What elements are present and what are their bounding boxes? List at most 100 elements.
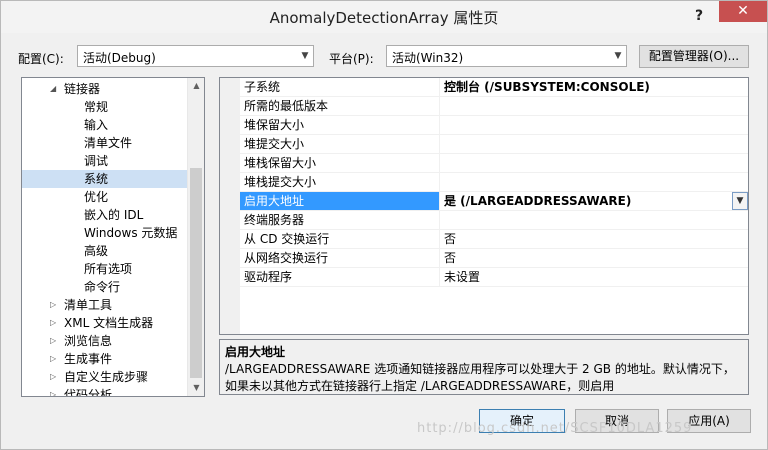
scroll-up-icon[interactable]: ▲ (188, 78, 204, 94)
tree-item-label: Windows 元数据 (84, 226, 178, 240)
description-text: /LARGEADDRESSAWARE 选项通知链接器应用程序可以处理大于 2 G… (225, 362, 735, 393)
tree-item-label: 系统 (84, 172, 109, 186)
scroll-down-icon[interactable]: ▼ (188, 380, 204, 396)
tree-item-label: 代码分析 (64, 388, 113, 397)
configuration-row: 配置(C): 活动(Debug) ▼ 平台(P): 活动(Win32) ▼ 配置… (1, 45, 767, 69)
watermark: http://blog.csdn.net/SCSF10DLA1259 (417, 421, 693, 436)
chevron-down-icon: ▼ (301, 51, 309, 61)
tree-item[interactable]: 优化 (22, 188, 188, 206)
property-value[interactable]: 控制台 (/SUBSYSTEM:CONSOLE) (441, 78, 748, 96)
property-name: 启用大地址 (240, 192, 440, 210)
chevron-down-icon: ▼ (614, 51, 622, 61)
platform-select[interactable]: 活动(Win32) ▼ (386, 45, 627, 67)
property-row[interactable]: 子系统 控制台 (/SUBSYSTEM:CONSOLE) (240, 78, 748, 97)
property-grid[interactable]: 子系统 控制台 (/SUBSYSTEM:CONSOLE) 所需的最低版本 堆保留大小堆… (219, 77, 749, 335)
tree-item[interactable]: 所有选项 (22, 260, 188, 278)
title-bar: AnomalyDetectionArray 属性页 ? ✕ (1, 1, 767, 33)
expand-icon[interactable]: ▷ (50, 350, 60, 368)
grid-gutter (220, 78, 240, 334)
property-name: 堆栈提交大小 (240, 173, 440, 191)
expand-icon[interactable]: ▷ (50, 296, 60, 314)
config-manager-button[interactable]: 配置管理器(O)... (639, 45, 749, 68)
tree-item-label: 清单文件 (84, 136, 133, 150)
tree-item[interactable]: ▷ 清单工具 (22, 296, 188, 314)
chevron-down-icon[interactable]: ▼ (732, 192, 748, 210)
property-value[interactable]: 是 (/LARGEADDRESSAWARE) (441, 192, 748, 210)
property-row[interactable]: 驱动程序 未设置 (240, 268, 748, 287)
tree-item-label: 命令行 (84, 280, 121, 294)
tree-item-label: 浏览信息 (64, 334, 113, 348)
property-value[interactable] (441, 97, 748, 115)
tree-item[interactable]: 命令行 (22, 278, 188, 296)
scrollbar-thumb[interactable] (190, 168, 202, 378)
property-row[interactable]: 从网络交换运行否 (240, 249, 748, 268)
property-value[interactable] (441, 116, 748, 134)
tree-item-label: 调试 (84, 154, 109, 168)
property-name: 堆提交大小 (240, 135, 440, 153)
collapse-icon[interactable]: ◢ (50, 80, 60, 98)
property-value[interactable]: 未设置 (441, 268, 748, 286)
property-name: 堆保留大小 (240, 116, 440, 134)
tree-item[interactable]: 调试 (22, 152, 188, 170)
window-title: AnomalyDetectionArray 属性页 (269, 9, 499, 27)
property-value[interactable] (441, 211, 748, 229)
platform-value: 活动(Win32) (392, 51, 464, 65)
property-value[interactable] (441, 154, 748, 172)
tree-item-label: 高级 (84, 244, 109, 258)
property-value[interactable] (441, 135, 748, 153)
config-value: 活动(Debug) (83, 51, 156, 65)
property-name: 从 CD 交换运行 (240, 230, 440, 248)
property-row[interactable]: 堆提交大小 (240, 135, 748, 154)
property-row[interactable]: 堆保留大小 (240, 116, 748, 135)
property-row[interactable]: 堆栈提交大小 (240, 173, 748, 192)
expand-icon[interactable]: ▷ (50, 332, 60, 350)
expand-icon[interactable]: ▷ (50, 314, 60, 332)
property-row[interactable]: 启用大地址是 (/LARGEADDRESSAWARE) ▼ (240, 192, 748, 211)
tree-item[interactable]: ▷ 代码分析 (22, 386, 188, 397)
property-name: 子系统 (240, 78, 440, 96)
tree-item[interactable]: 系统 (22, 170, 188, 188)
property-row[interactable]: 从 CD 交换运行否 (240, 230, 748, 249)
expand-icon[interactable]: ▷ (50, 386, 60, 396)
close-icon: ✕ (737, 3, 749, 19)
tree-item[interactable]: 高级 (22, 242, 188, 260)
tree-item[interactable]: ◢ 链接器 (22, 80, 188, 98)
tree-item[interactable]: 嵌入的 IDL (22, 206, 188, 224)
tree-item-label: 自定义生成步骤 (64, 370, 149, 384)
tree-item[interactable]: Windows 元数据 (22, 224, 188, 242)
tree-item[interactable]: 清单文件 (22, 134, 188, 152)
platform-label: 平台(P): (329, 52, 374, 66)
property-value[interactable]: 否 (441, 230, 748, 248)
help-button[interactable]: ? (687, 5, 711, 27)
config-select[interactable]: 活动(Debug) ▼ (77, 45, 314, 67)
property-row[interactable]: 终端服务器 (240, 211, 748, 230)
tree-item-label: 链接器 (64, 82, 101, 96)
tree-item[interactable]: ▷ XML 文档生成器 (22, 314, 188, 332)
property-name: 从网络交换运行 (240, 249, 440, 267)
config-label: 配置(C): (18, 52, 64, 66)
expand-icon[interactable]: ▷ (50, 368, 60, 386)
property-name: 驱动程序 (240, 268, 440, 286)
tree-item-label: XML 文档生成器 (64, 316, 154, 330)
tree-scrollbar[interactable]: ▲ ▼ (187, 78, 204, 396)
tree-item[interactable]: ▷ 自定义生成步骤 (22, 368, 188, 386)
property-value[interactable] (441, 173, 748, 191)
tree-item[interactable]: ▷ 生成事件 (22, 350, 188, 368)
property-row[interactable]: 堆栈保留大小 (240, 154, 748, 173)
property-pages-window: AnomalyDetectionArray 属性页 ? ✕ 配置(C): 活动(… (0, 0, 768, 450)
category-tree[interactable]: ◢ 链接器常规输入清单文件调试系统优化嵌入的 IDL Windows 元数据 高级所有… (21, 77, 205, 397)
tree-item-label: 生成事件 (64, 352, 113, 366)
tree-item[interactable]: ▷ 浏览信息 (22, 332, 188, 350)
description-panel: 启用大地址 /LARGEADDRESSAWARE 选项通知链接器应用程序可以处理… (219, 339, 749, 395)
property-row[interactable]: 所需的最低版本 (240, 97, 748, 116)
tree-item-label: 嵌入的 IDL (84, 208, 144, 222)
tree-item[interactable]: 常规 (22, 98, 188, 116)
tree-item-label: 常规 (84, 100, 109, 114)
property-value[interactable]: 否 (441, 249, 748, 267)
tree-list: ◢ 链接器常规输入清单文件调试系统优化嵌入的 IDL Windows 元数据 高级所有… (22, 80, 188, 397)
property-name: 终端服务器 (240, 211, 440, 229)
close-button[interactable]: ✕ (719, 1, 767, 22)
tree-item-label: 清单工具 (64, 298, 113, 312)
tree-item[interactable]: 输入 (22, 116, 188, 134)
property-name: 堆栈保留大小 (240, 154, 440, 172)
